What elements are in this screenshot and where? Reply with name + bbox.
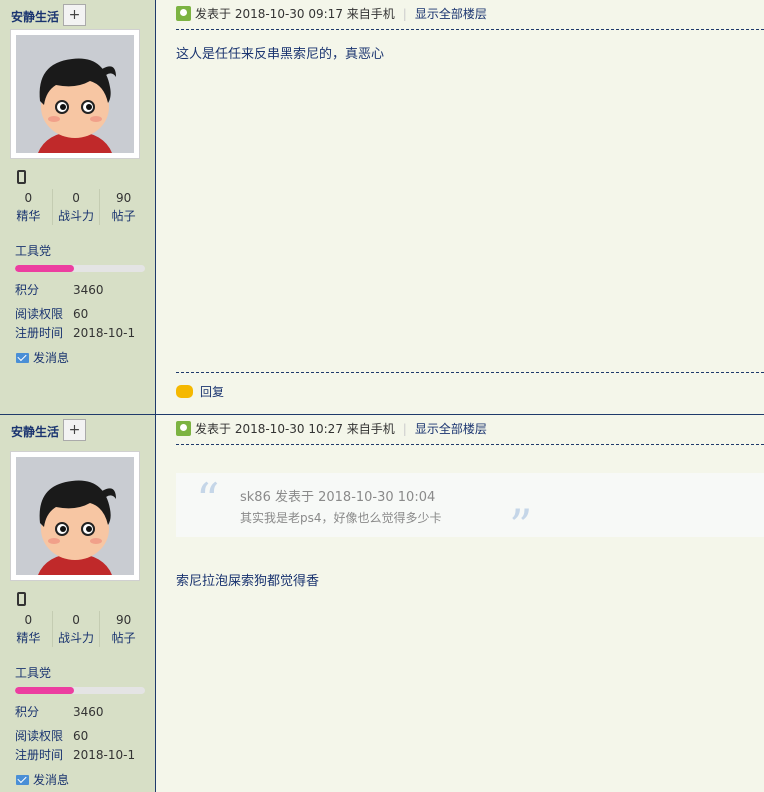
online-user-icon [176, 421, 191, 436]
post-meta: 发表于 2018-10-30 09:17 来自手机 | 显示全部楼层 [176, 6, 487, 22]
stat-digest[interactable]: 0 精华 [5, 611, 53, 647]
quote-open-icon: “ [196, 473, 220, 527]
stat-label: 战斗力 [58, 631, 95, 645]
points-label: 积分 [15, 705, 40, 719]
follow-button[interactable]: + [63, 419, 86, 441]
stat-label: 精华 [16, 209, 41, 223]
register-time-label: 注册时间 [15, 748, 64, 762]
stat-label: 精华 [16, 631, 41, 645]
read-permission-label: 阅读权限 [15, 307, 64, 321]
points-row: 积分 3460 [15, 703, 104, 720]
send-message-label: 发消息 [33, 351, 70, 365]
stat-value: 0 [24, 613, 33, 627]
follow-button[interactable]: + [63, 4, 86, 26]
read-permission-label: 阅读权限 [15, 729, 64, 743]
footer-divider [176, 372, 764, 373]
post-1: 安静生活 + 0 精华 0 战斗力 90 帖子 工具党 积分 3460 阅读权限… [0, 0, 764, 414]
quote-author: sk86 发表于 2018-10-30 10:04 [240, 490, 436, 505]
quote-block: “ sk86 发表于 2018-10-30 10:04 其实我是老ps4，好像也… [176, 473, 764, 549]
stat-label: 帖子 [111, 631, 136, 645]
read-permission-row: 阅读权限 60 [15, 727, 88, 744]
mobile-icon [17, 170, 26, 184]
avatar[interactable] [10, 451, 140, 581]
stat-power[interactable]: 0 战斗力 [53, 611, 101, 647]
username-link[interactable]: 安静生活 [11, 423, 59, 440]
read-permission-value: 60 [73, 729, 89, 743]
level-progress-fill [15, 265, 74, 272]
points-value: 3460 [73, 283, 104, 297]
reply-button[interactable]: 回复 [176, 383, 224, 400]
quote-text: 其实我是老ps4，好像也么觉得多少卡 [240, 511, 442, 525]
stat-label: 战斗力 [58, 209, 95, 223]
user-sidebar: 安静生活 + 0 精华 0 战斗力 90 帖子 工具党 积分 3460 阅读权限… [0, 415, 156, 792]
points-value: 3460 [73, 705, 104, 719]
post-main: 发表于 2018-10-30 09:17 来自手机 | 显示全部楼层 这人是任任来反… [157, 0, 764, 414]
level-progress-bar [15, 265, 145, 272]
post-meta: 发表于 2018-10-30 10:27 来自手机 | 显示全部楼层 [176, 421, 487, 437]
register-time-value: 2018-10-1 [73, 326, 136, 340]
read-permission-row: 阅读权限 60 [15, 305, 88, 322]
stat-digest[interactable]: 0 精华 [5, 189, 53, 225]
read-permission-value: 60 [73, 307, 89, 321]
register-time-value: 2018-10-1 [73, 748, 136, 762]
send-message-button[interactable]: 发消息 [16, 349, 69, 366]
show-all-floors-link[interactable]: 显示全部楼层 [415, 7, 487, 21]
points-row: 积分 3460 [15, 281, 104, 298]
send-message-label: 发消息 [33, 773, 70, 787]
stat-value: 0 [24, 191, 33, 205]
stat-value: 0 [72, 613, 80, 627]
stat-value: 0 [72, 191, 80, 205]
mobile-icon [17, 592, 26, 606]
mail-icon [16, 353, 29, 363]
user-stats: 0 精华 0 战斗力 90 帖子 [5, 611, 147, 647]
reply-label: 回复 [200, 385, 225, 399]
post-main: 发表于 2018-10-30 10:27 来自手机 | 显示全部楼层 “ sk86 … [157, 415, 764, 792]
register-time-row: 注册时间 2018-10-1 [15, 324, 135, 341]
post-content: 索尼拉泡屎索狗都觉得香 [176, 574, 320, 589]
user-sidebar: 安静生活 + 0 精华 0 战斗力 90 帖子 工具党 积分 3460 阅读权限… [0, 0, 156, 414]
stat-label: 帖子 [111, 209, 136, 223]
stat-posts[interactable]: 90 帖子 [100, 611, 147, 647]
avatar-image [16, 35, 134, 153]
avatar[interactable] [10, 29, 140, 159]
header-divider [176, 29, 764, 30]
show-all-floors-link[interactable]: 显示全部楼层 [415, 422, 487, 436]
meta-divider: | [402, 7, 407, 21]
register-time-row: 注册时间 2018-10-1 [15, 746, 135, 763]
level-progress-bar [15, 687, 145, 694]
stat-power[interactable]: 0 战斗力 [53, 189, 101, 225]
mail-icon [16, 775, 29, 785]
post-2: 安静生活 + 0 精华 0 战斗力 90 帖子 工具党 积分 3460 阅读权限… [0, 414, 764, 792]
stat-value: 90 [116, 191, 132, 205]
post-time: 发表于 2018-10-30 10:27 来自手机 [195, 422, 395, 436]
user-group[interactable]: 工具党 [15, 664, 51, 681]
register-time-label: 注册时间 [15, 326, 64, 340]
points-label: 积分 [15, 283, 40, 297]
reply-icon [176, 385, 193, 398]
username-link[interactable]: 安静生活 [11, 8, 59, 25]
post-time: 发表于 2018-10-30 09:17 来自手机 [195, 7, 395, 21]
level-progress-fill [15, 687, 74, 694]
stat-posts[interactable]: 90 帖子 [100, 189, 147, 225]
user-stats: 0 精华 0 战斗力 90 帖子 [5, 189, 147, 225]
user-group[interactable]: 工具党 [15, 242, 51, 259]
avatar-image [16, 457, 134, 575]
send-message-button[interactable]: 发消息 [16, 771, 69, 788]
online-user-icon [176, 6, 191, 21]
post-content: 这人是任任来反串黑索尼的，真恶心 [176, 47, 385, 62]
meta-divider: | [402, 422, 407, 436]
quote-close-icon: ” [509, 499, 533, 553]
stat-value: 90 [116, 613, 132, 627]
header-divider [176, 444, 764, 445]
